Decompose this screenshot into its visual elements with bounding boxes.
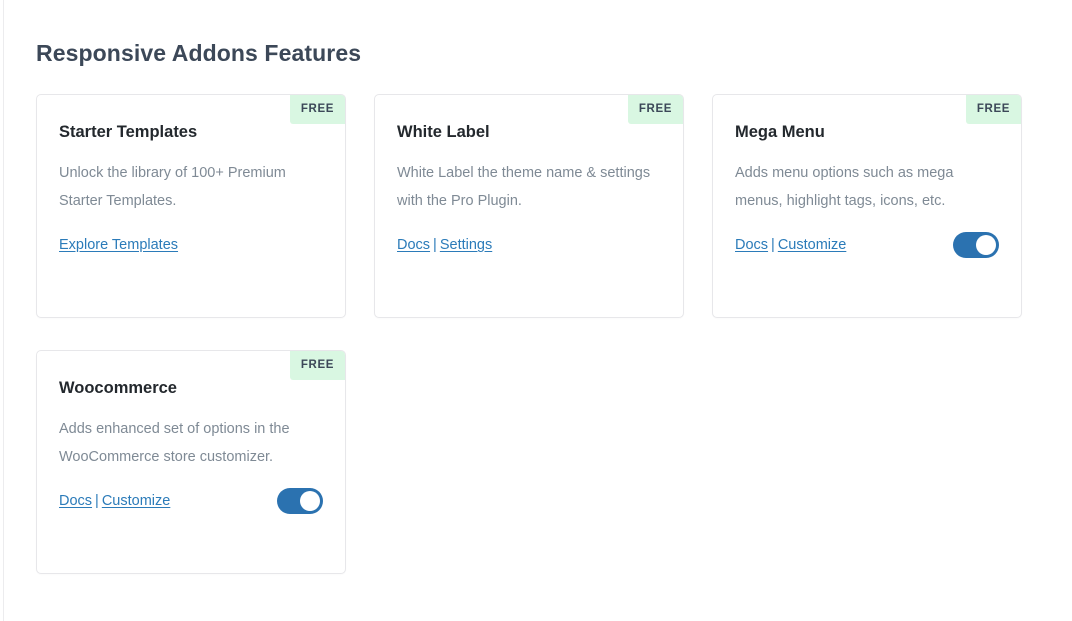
- docs-link[interactable]: Docs: [397, 237, 430, 253]
- status-badge: FREE: [627, 95, 683, 124]
- link-separator: |: [771, 237, 775, 253]
- feature-cards-row: FREE Woocommerce Adds enhanced set of op…: [36, 350, 1026, 574]
- feature-card-starter-templates[interactable]: FREE Starter Templates Unlock the librar…: [36, 94, 346, 318]
- status-badge: FREE: [289, 95, 345, 124]
- feature-card-description: Adds menu options such as mega menus, hi…: [735, 165, 954, 209]
- status-badge: FREE: [289, 351, 345, 380]
- feature-card-footer: Docs | Customize: [735, 231, 999, 259]
- feature-card-links: Docs | Customize: [735, 233, 846, 257]
- feature-card-description: White Label the theme name & settings wi…: [397, 165, 651, 209]
- feature-card-footer: Docs | Settings: [397, 231, 661, 259]
- explore-templates-link[interactable]: Explore Templates: [59, 237, 178, 253]
- feature-card-footer: Docs | Customize: [59, 487, 323, 515]
- docs-link[interactable]: Docs: [59, 493, 92, 509]
- feature-card-links: Docs | Settings: [397, 233, 492, 257]
- feature-card-white-label[interactable]: FREE White Label White Label the theme n…: [374, 94, 684, 318]
- customize-link[interactable]: Customize: [102, 493, 171, 509]
- page-title: Responsive Addons Features: [36, 40, 362, 66]
- feature-card-links: Docs | Customize: [59, 489, 170, 513]
- addons-features-page: Responsive Addons Features FREE Starter …: [0, 0, 1072, 621]
- feature-card-mega-menu[interactable]: FREE Mega Menu Adds menu options such as…: [712, 94, 1022, 318]
- toggle-knob: [976, 235, 996, 255]
- feature-card-woocommerce[interactable]: FREE Woocommerce Adds enhanced set of op…: [36, 350, 346, 574]
- link-separator: |: [95, 493, 99, 509]
- feature-card-links: Explore Templates: [59, 233, 178, 257]
- toggle-knob: [300, 491, 320, 511]
- feature-toggle-woocommerce[interactable]: [277, 488, 323, 514]
- feature-card-description: Adds enhanced set of options in the WooC…: [59, 421, 290, 465]
- feature-card-description: Unlock the library of 100+ Premium Start…: [59, 165, 286, 209]
- link-separator: |: [433, 237, 437, 253]
- feature-card-title: White Label: [397, 123, 490, 141]
- settings-link[interactable]: Settings: [440, 237, 492, 253]
- feature-card-title: Starter Templates: [59, 123, 198, 141]
- feature-card-title: Mega Menu: [735, 123, 825, 141]
- feature-card-footer: Explore Templates: [59, 231, 323, 259]
- docs-link[interactable]: Docs: [735, 237, 768, 253]
- feature-toggle-mega-menu[interactable]: [953, 232, 999, 258]
- feature-cards-grid: FREE Starter Templates Unlock the librar…: [36, 94, 1026, 606]
- status-badge: FREE: [965, 95, 1021, 124]
- feature-card-title: Woocommerce: [59, 379, 177, 397]
- customize-link[interactable]: Customize: [778, 237, 847, 253]
- feature-cards-row: FREE Starter Templates Unlock the librar…: [36, 94, 1026, 318]
